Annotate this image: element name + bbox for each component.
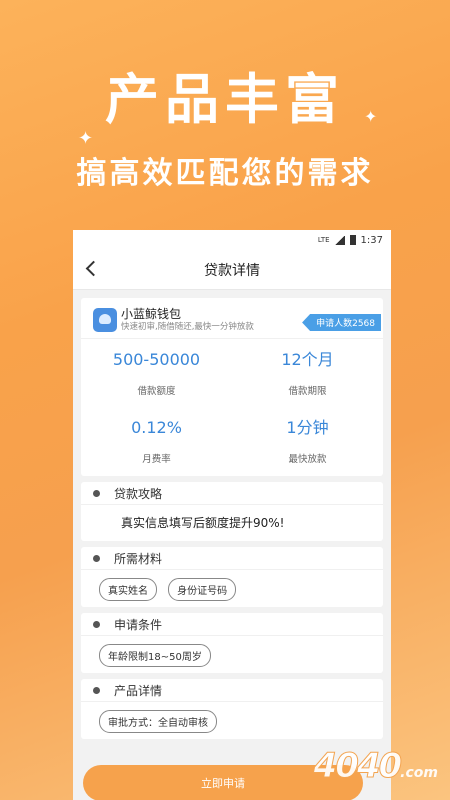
- section-materials: 所需材料 真实姓名 身份证号码: [81, 547, 383, 607]
- stat-label: 借款期限: [288, 386, 327, 397]
- stat-label: 最快放款: [288, 454, 327, 465]
- battery-icon: [349, 235, 356, 245]
- section-header: 贷款攻略: [81, 482, 383, 505]
- stat-label: 月费率: [142, 454, 171, 465]
- tag-approval-method: 审批方式：全自动审核: [99, 710, 217, 733]
- network-label: LTE: [317, 236, 330, 244]
- section-title: 产品详情: [114, 683, 163, 698]
- section-details: 产品详情 审批方式：全自动审核: [81, 679, 383, 739]
- details-tags: 审批方式：全自动审核: [81, 702, 383, 739]
- stat-value: 0.12%: [131, 418, 182, 437]
- section-title: 贷款攻略: [114, 486, 163, 501]
- section-conditions: 申请条件 年龄限制18~50周岁: [81, 613, 383, 673]
- tag-age-limit: 年龄限制18~50周岁: [99, 644, 211, 667]
- watermark-suffix: .com: [400, 765, 438, 781]
- apply-count-badge: 申请人数2568: [302, 314, 381, 331]
- tag-id-number: 身份证号码: [168, 578, 237, 601]
- status-bar: LTE 1:37: [73, 230, 391, 250]
- product-stats: 500-50000 借款额度 12个月 借款期限 0.12% 月费率 1分钟 最…: [81, 339, 383, 485]
- sparkle-icon: ✦: [364, 107, 378, 126]
- page-title: 贷款详情: [204, 262, 260, 279]
- bullet-icon: [93, 620, 100, 628]
- bullet-icon: [93, 489, 100, 497]
- stat-amount: 500-50000 借款额度: [81, 349, 232, 417]
- stat-value: 500-50000: [112, 350, 201, 369]
- sparkle-icon: ✦: [78, 128, 94, 149]
- strategy-text: 真实信息填写后额度提升90%!: [121, 516, 285, 530]
- section-header: 产品详情: [81, 679, 383, 702]
- materials-tags: 真实姓名 身份证号码: [81, 570, 383, 607]
- site-watermark: 4040.com: [313, 746, 438, 787]
- nav-bar: 贷款详情: [73, 250, 391, 290]
- stat-rate: 0.12% 月费率: [81, 417, 232, 485]
- section-header: 申请条件: [81, 613, 383, 636]
- phone-screen: LTE 1:37 贷款详情 小蓝鲸钱包 快速初审,随借随还,最快一分钟放款 申请…: [73, 230, 391, 800]
- section-strategy: 贷款攻略 真实信息填写后额度提升90%!: [81, 482, 383, 541]
- stat-label: 借款额度: [137, 386, 176, 397]
- stat-speed: 1分钟 最快放款: [232, 417, 383, 485]
- bullet-icon: [93, 686, 100, 694]
- hero-title: 产品丰富: [105, 68, 345, 131]
- status-time: 1:37: [360, 234, 383, 246]
- product-card: 小蓝鲸钱包 快速初审,随借随还,最快一分钟放款 申请人数2568 500-500…: [81, 298, 383, 476]
- back-arrow-icon[interactable]: [81, 258, 103, 280]
- signal-icon: [334, 235, 345, 245]
- watermark-text: 4040: [313, 746, 403, 787]
- hero-subtitle: 搞高效匹配您的需求: [76, 156, 374, 191]
- whale-logo-icon: [93, 308, 117, 332]
- product-description: 快速初审,随借随还,最快一分钟放款: [121, 322, 254, 332]
- conditions-tags: 年龄限制18~50周岁: [81, 636, 383, 673]
- section-title: 所需材料: [114, 551, 163, 566]
- section-header: 所需材料: [81, 547, 383, 570]
- stat-value: 1分钟: [286, 418, 329, 437]
- product-name: 小蓝鲸钱包: [121, 307, 182, 321]
- tag-real-name: 真实姓名: [99, 578, 157, 601]
- section-title: 申请条件: [114, 617, 163, 632]
- stat-value: 12个月: [281, 350, 334, 369]
- stat-term: 12个月 借款期限: [232, 349, 383, 417]
- bullet-icon: [93, 554, 100, 562]
